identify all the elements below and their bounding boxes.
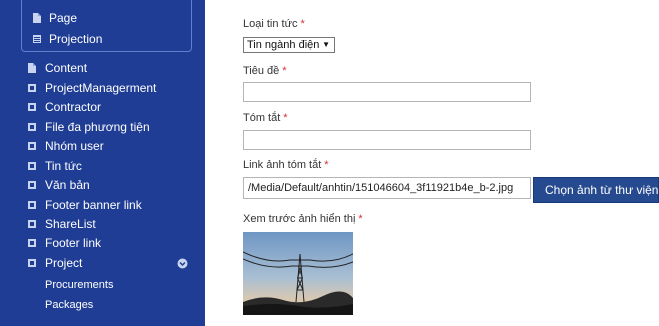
summary-label-text: Tóm tắt xyxy=(243,112,281,124)
required-mark: * xyxy=(282,65,287,77)
sidebar-item-media-files[interactable]: File đa phương tiện xyxy=(28,118,150,136)
sidebar-item-label: Content xyxy=(45,61,88,75)
document-icon xyxy=(28,63,36,73)
sidebar-item-label: Contractor xyxy=(45,100,102,114)
title-input[interactable] xyxy=(243,82,531,102)
title-label: Tiêu đề * xyxy=(243,65,287,77)
sidebar-subitem-procurements[interactable]: Procurements xyxy=(45,276,113,294)
category-selected-value: Tin ngành điện xyxy=(247,39,320,51)
sidebar-item-documents[interactable]: Văn bản xyxy=(28,176,90,194)
sidebar-item-label: Nhóm user xyxy=(45,139,104,153)
square-icon xyxy=(28,123,36,131)
sidebar-item-projectmanagerment[interactable]: ProjectManagerment xyxy=(28,79,156,97)
sidebar-item-projection[interactable]: Projection xyxy=(33,30,102,48)
sidebar-item-label: File đa phương tiện xyxy=(45,120,150,134)
sidebar-item-label: Page xyxy=(49,11,78,25)
required-mark: * xyxy=(283,112,288,124)
sidebar-item-sharelist[interactable]: ShareList xyxy=(28,215,96,233)
choose-from-library-button[interactable]: Chọn ảnh từ thư viện xyxy=(533,177,659,203)
required-mark: * xyxy=(358,213,363,225)
sidebar-item-label: Procurements xyxy=(45,279,114,291)
sidebar-item-label: Footer link xyxy=(45,236,102,250)
document-icon xyxy=(33,13,41,23)
sidebar-item-label: Project xyxy=(45,256,83,270)
title-label-text: Tiêu đề xyxy=(243,65,280,77)
chevron-down-icon[interactable] xyxy=(176,254,189,272)
summary-label: Tóm tắt * xyxy=(243,112,288,124)
square-icon xyxy=(28,259,36,267)
preview-label-text: Xem trước ảnh hiển thị xyxy=(243,213,356,225)
sidebar-item-content[interactable]: Content xyxy=(28,59,87,77)
sidebar-item-footer-banner-link[interactable]: Footer banner link xyxy=(28,196,142,214)
sidebar-item-contractor[interactable]: Contractor xyxy=(28,98,101,116)
category-label-text: Loại tin tức xyxy=(243,18,298,30)
square-icon xyxy=(28,142,36,150)
category-label: Loại tin tức * xyxy=(243,18,305,30)
sidebar-item-label: Văn bản xyxy=(45,178,90,192)
sidebar-item-label: Footer banner link xyxy=(45,198,142,212)
dropdown-arrow-icon: ▼ xyxy=(322,40,330,49)
sidebar-item-news[interactable]: Tin tức xyxy=(28,157,82,175)
sidebar-item-project[interactable]: Project xyxy=(28,254,198,272)
square-icon xyxy=(28,103,36,111)
sidebar-item-footer-link[interactable]: Footer link xyxy=(28,234,101,252)
sidebar-item-label: Tin tức xyxy=(45,159,82,173)
category-select[interactable]: Tin ngành điện ▼ xyxy=(243,37,335,53)
square-icon xyxy=(28,239,36,247)
sidebar-item-page[interactable]: Page xyxy=(33,9,77,27)
summary-input[interactable] xyxy=(243,130,531,150)
image-link-input[interactable]: /Media/Default/anhtin/151046604_3f11921b… xyxy=(243,177,531,199)
image-link-label-text: Link ảnh tóm tắt xyxy=(243,159,322,171)
required-mark: * xyxy=(300,18,305,30)
sidebar-item-user-groups[interactable]: Nhóm user xyxy=(28,137,104,155)
sidebar-item-label: ProjectManagerment xyxy=(45,81,157,95)
sidebar-item-label: ShareList xyxy=(45,217,96,231)
image-link-label: Link ảnh tóm tắt * xyxy=(243,159,329,171)
square-icon xyxy=(28,220,36,228)
preview-label: Xem trước ảnh hiển thị * xyxy=(243,213,363,225)
sidebar-subitem-packages[interactable]: Packages xyxy=(45,296,93,314)
image-preview xyxy=(243,232,353,315)
required-mark: * xyxy=(324,159,329,171)
square-icon xyxy=(28,162,36,170)
sidebar-item-label: Packages xyxy=(45,299,94,311)
sidebar-item-label: Projection xyxy=(49,32,103,46)
square-icon xyxy=(28,201,36,209)
list-icon xyxy=(33,34,41,44)
square-icon xyxy=(28,84,36,92)
square-icon xyxy=(28,181,36,189)
sidebar-nav: Page Projection Content ProjectManagerme… xyxy=(0,0,205,326)
